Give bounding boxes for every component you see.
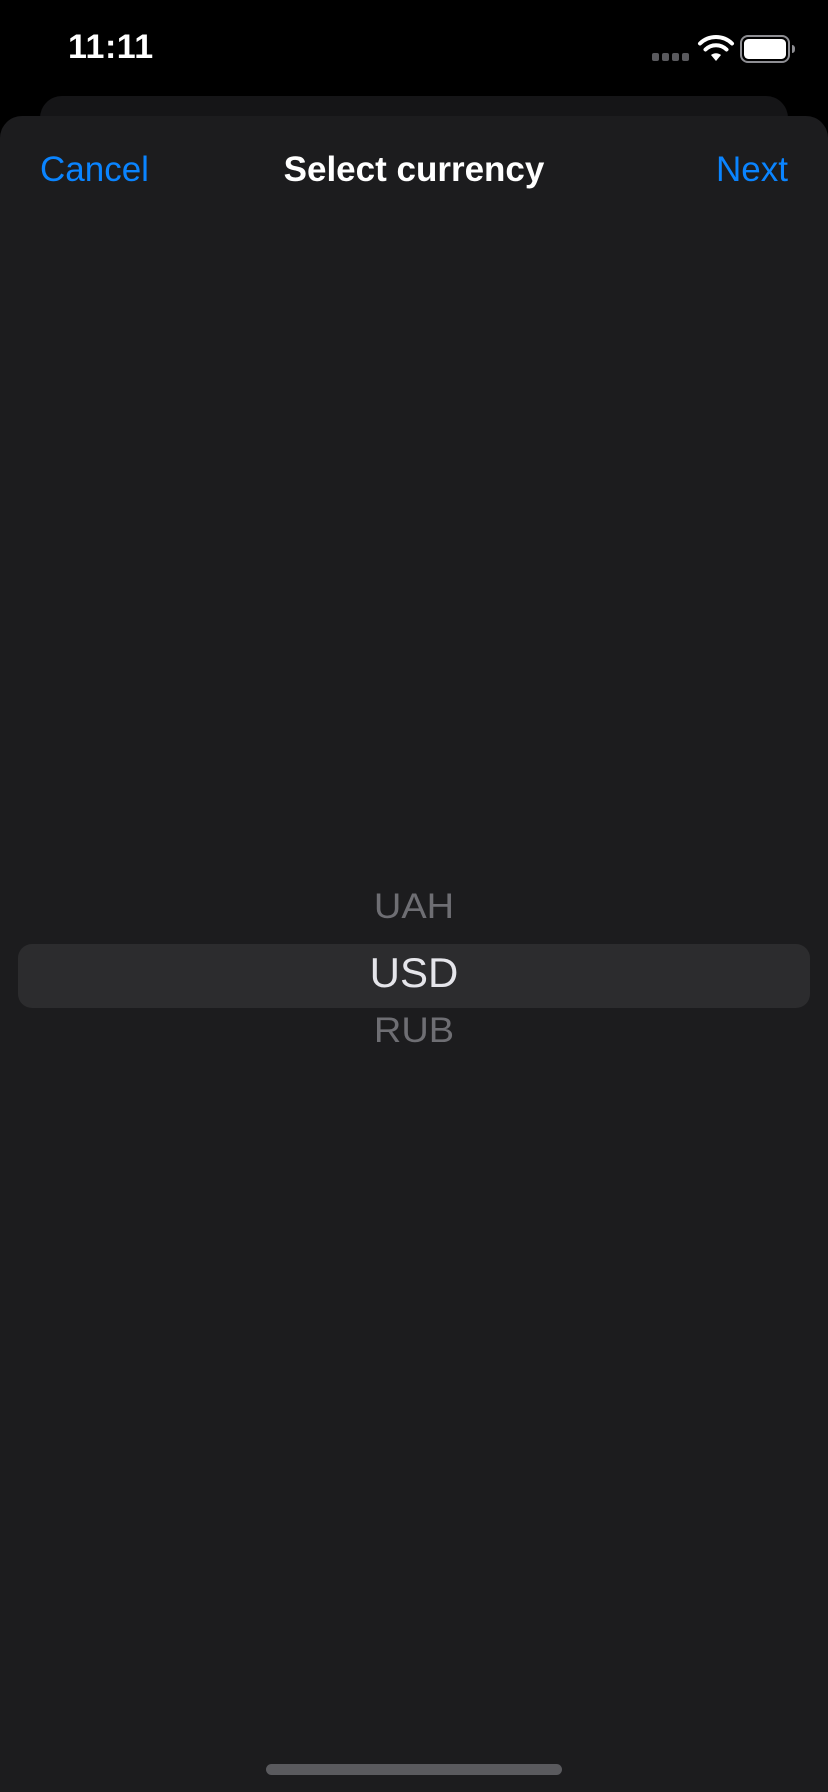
cellular-signal-icon	[652, 53, 689, 61]
currency-sheet: Cancel Select currency Next UAH USD RUB	[0, 116, 828, 1792]
picker-option-rub[interactable]: RUB	[0, 1012, 828, 1052]
status-time: 11:11	[68, 28, 154, 66]
sheet-nav-bar: Cancel Select currency Next	[0, 116, 828, 228]
sheet-title: Select currency	[283, 150, 545, 189]
status-bar: 11:11	[0, 0, 828, 100]
battery-icon	[740, 35, 795, 63]
picker-option-uah[interactable]: UAH	[0, 888, 828, 928]
next-button[interactable]: Next	[716, 150, 788, 190]
currency-picker[interactable]: UAH USD RUB	[0, 886, 828, 1186]
home-indicator	[266, 1764, 562, 1775]
wifi-icon	[698, 35, 734, 61]
picker-option-usd-selected[interactable]: USD	[0, 949, 828, 997]
